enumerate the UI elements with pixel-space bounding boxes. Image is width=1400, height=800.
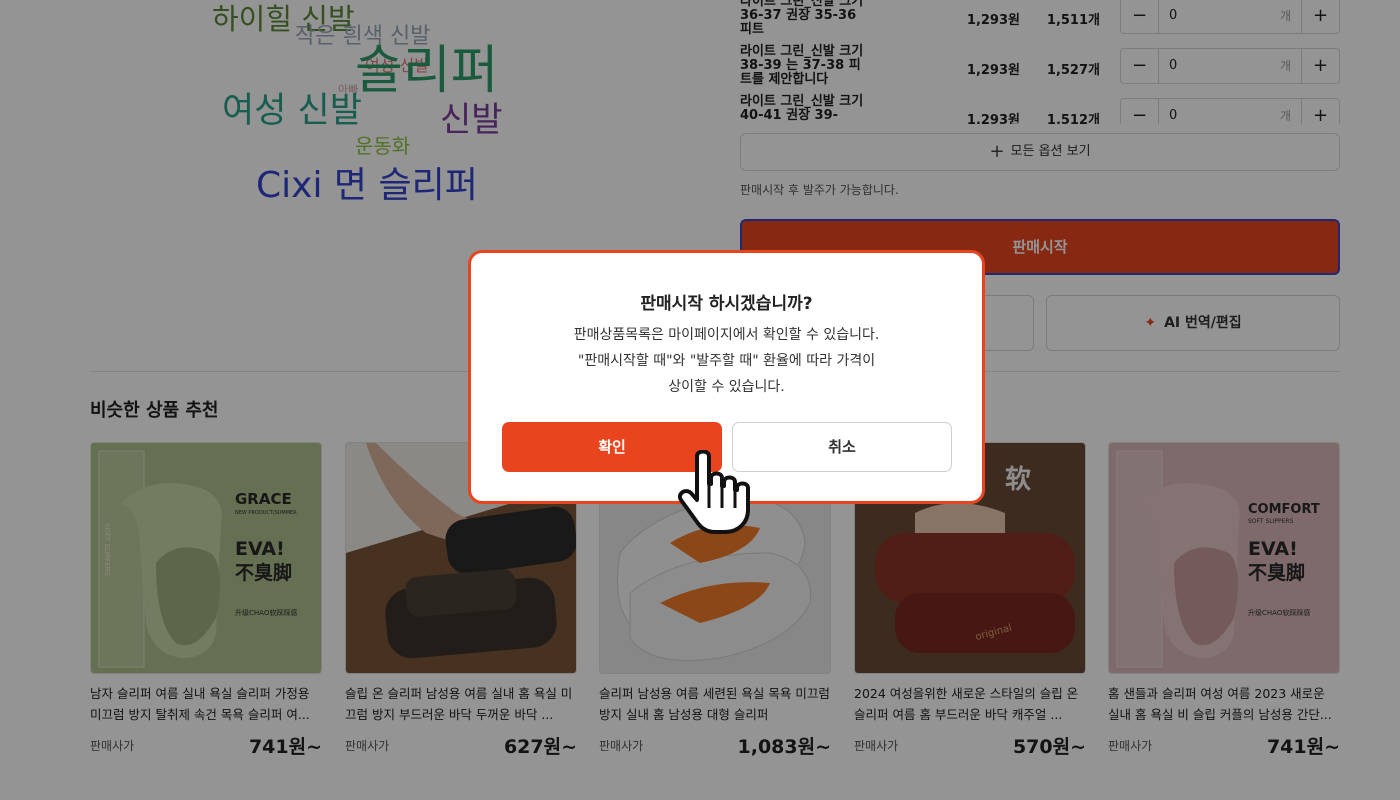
dialog-message: 판매상품목록은 마이페이지에서 확인할 수 있습니다. "판매시작할 때"와 "… — [471, 322, 982, 400]
dialog-message-line: 판매상품목록은 마이페이지에서 확인할 수 있습니다. — [573, 327, 880, 343]
cancel-button[interactable]: 취소 — [732, 422, 952, 472]
dialog-message-line: 상이할 수 있습니다. — [668, 379, 785, 395]
dialog-message-line: "판매시작할 때"와 "발주할 때" 환율에 따라 가격이 — [577, 353, 876, 369]
hand-pointer-icon — [678, 450, 750, 534]
dialog-title: 판매시작 하시겠습니까? — [640, 294, 813, 314]
